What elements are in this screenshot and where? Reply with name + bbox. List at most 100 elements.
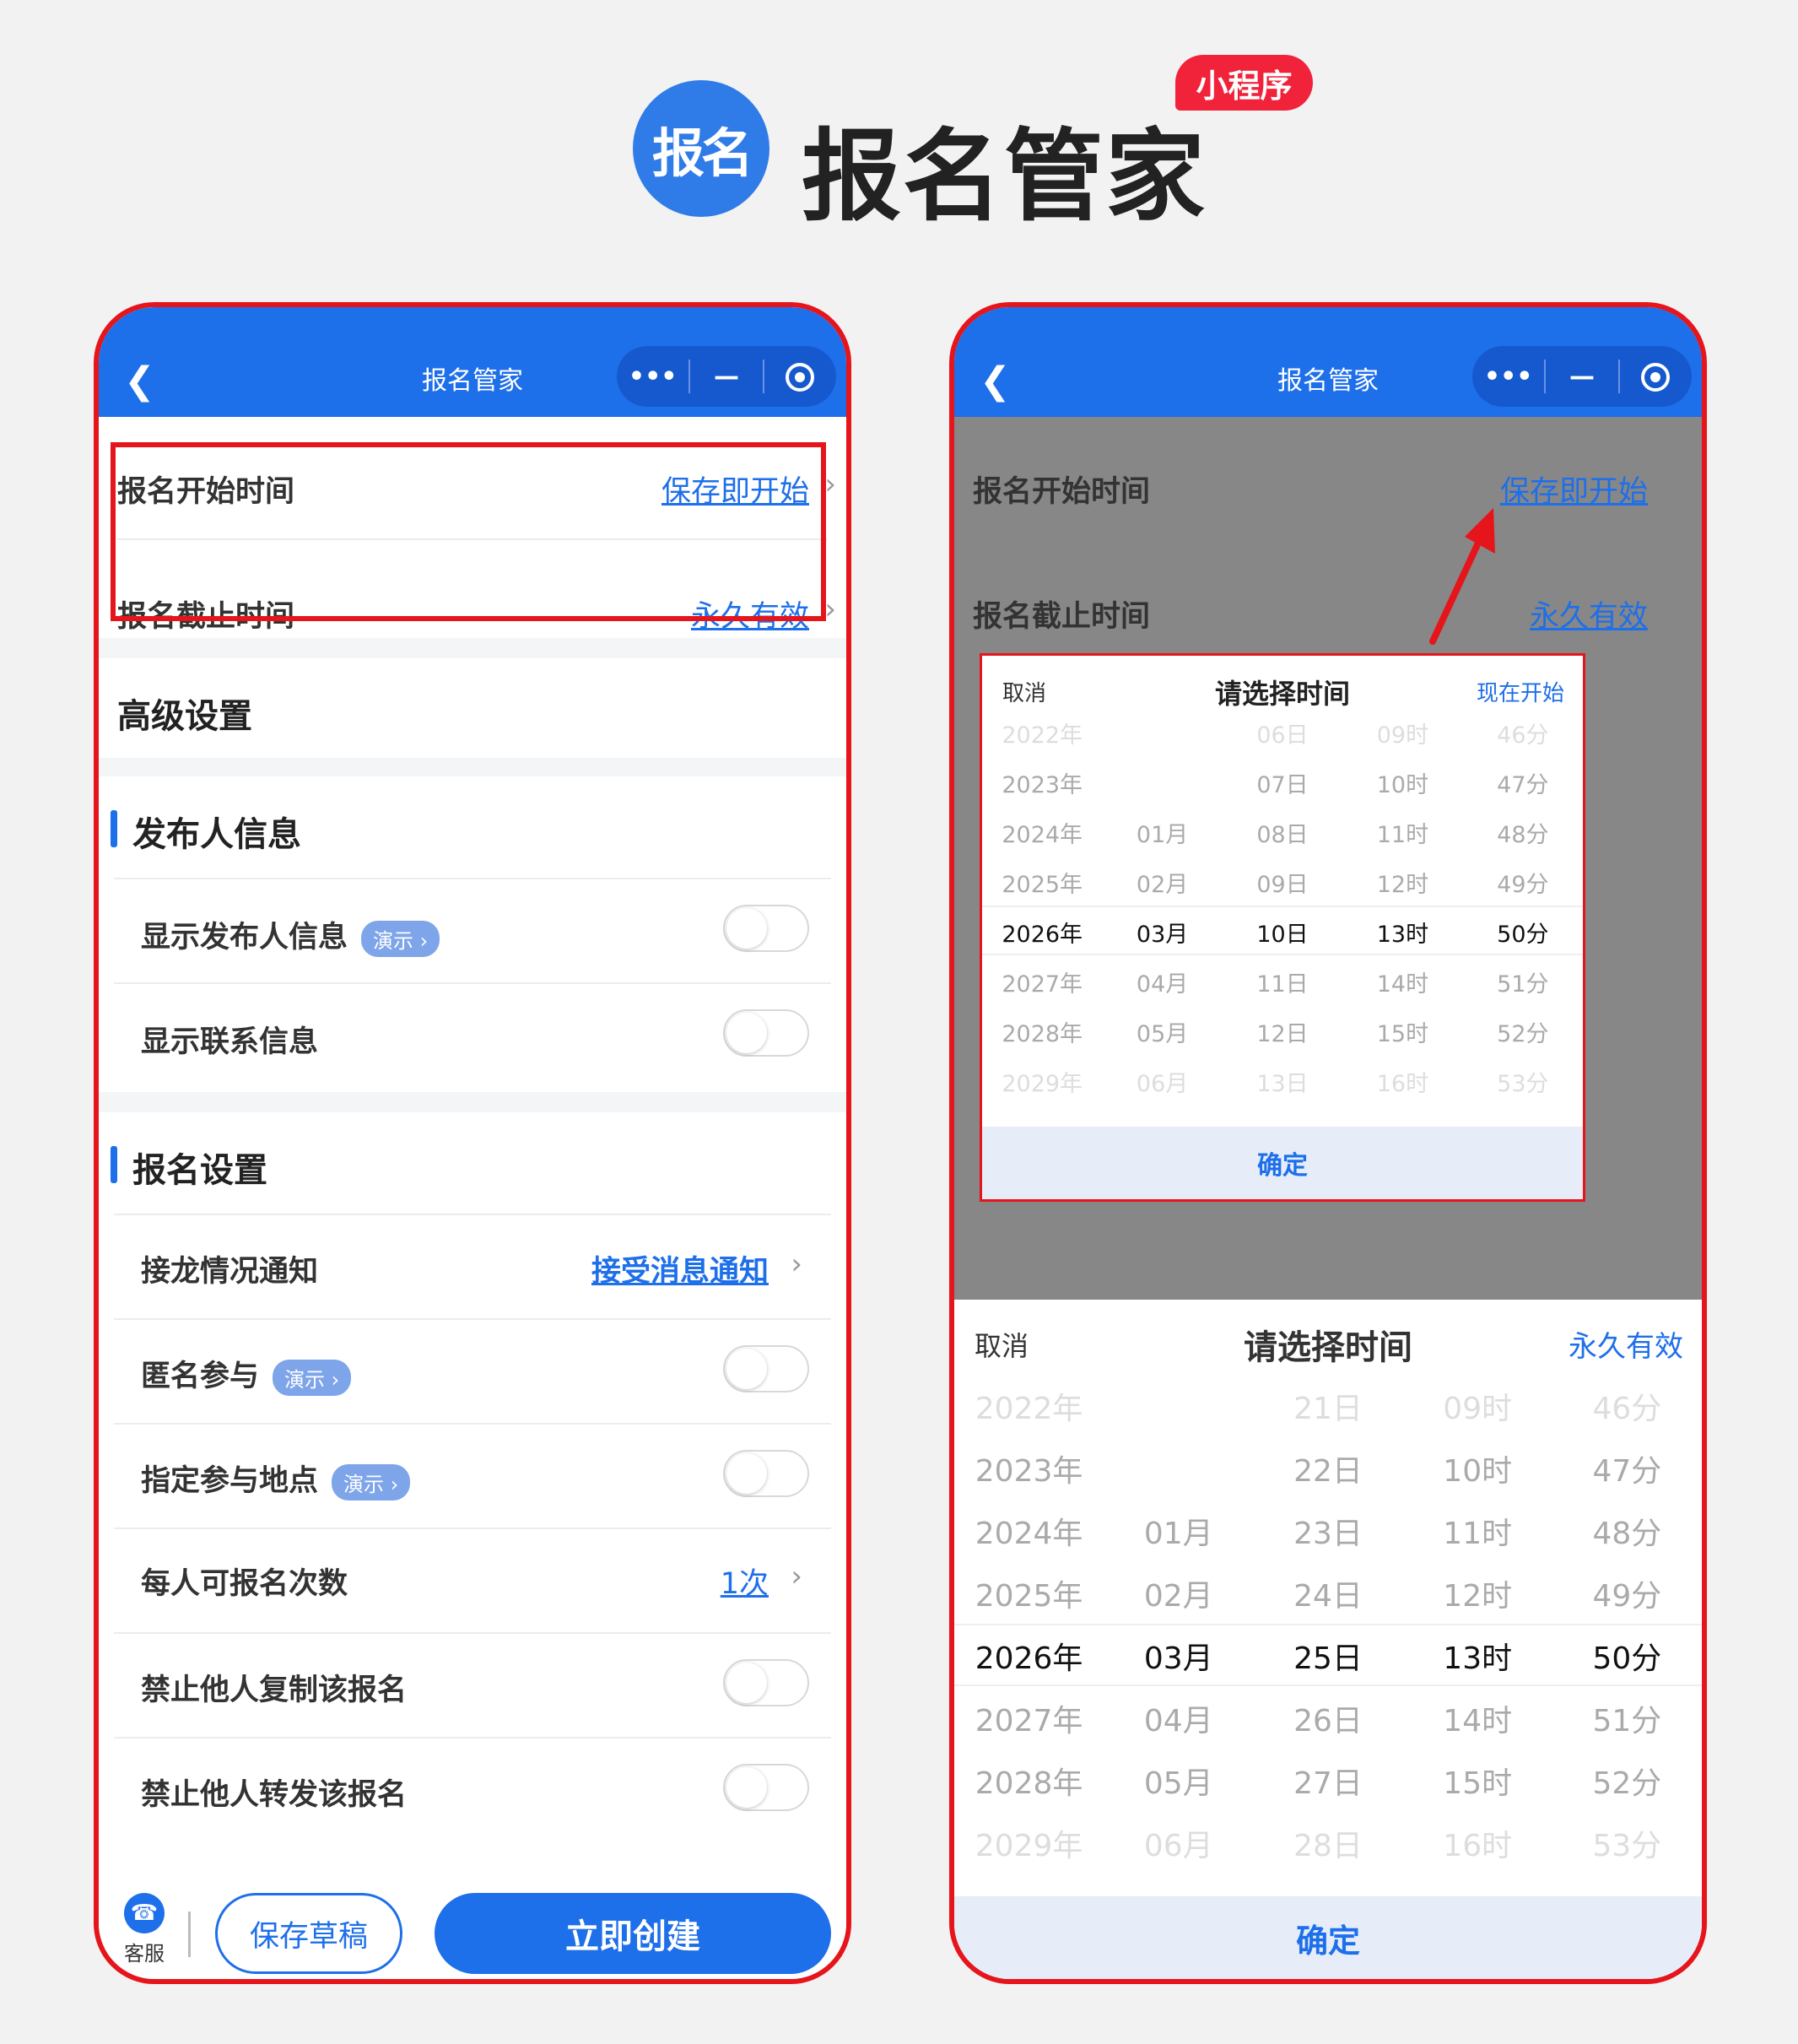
wheel-cell: 2027年 — [975, 1704, 1083, 1738]
wheel-cell: 2025年 — [1002, 872, 1083, 898]
wheel-cell: 11时 — [1376, 822, 1429, 848]
wheel-cell: 05月 — [1136, 1021, 1189, 1047]
brand-header: 报名 报名管家 小程序 — [633, 55, 1325, 235]
notify-value[interactable]: 接受消息通知 — [591, 1247, 769, 1290]
picker-wheel[interactable]: 2022年 06日 09时 46分 2023年 07日 10时 47分 2024年 01月 08日 1… — [982, 716, 1583, 1132]
wheel-cell: 06月 — [1136, 1071, 1189, 1097]
no-copy-toggle[interactable] — [723, 1659, 809, 1706]
end-time-label: 报名截止时间 — [973, 600, 1151, 634]
wheel-cell: 11日 — [1256, 971, 1309, 998]
end-time-value: 永久有效 — [1529, 600, 1648, 634]
show-contact-toggle[interactable] — [723, 1009, 809, 1057]
wheel-row[interactable]: 2022年 21日 09时 46分 — [954, 1384, 1702, 1428]
anonymous-toggle[interactable] — [723, 1345, 809, 1392]
minimize-icon[interactable]: — — [1546, 362, 1617, 392]
divider — [114, 1423, 831, 1425]
divider — [114, 1737, 831, 1738]
wheel-row[interactable]: 2029年 06月 13日 16时 53分 — [982, 1065, 1583, 1098]
phone-left: ❮ 报名管家 ••• — 报名开始时间 保存即开始 › 报名截止时间 永久有效 … — [94, 302, 851, 1984]
highlight-box — [111, 442, 826, 621]
wheel-cell: 04月 — [1136, 971, 1189, 998]
wheel-row[interactable]: 2027年 04月 11日 14时 51分 — [982, 965, 1583, 998]
wheel-cell: 26日 — [1293, 1704, 1363, 1738]
minimize-icon[interactable]: — — [690, 362, 762, 392]
notify-label: 接龙情况通知 — [141, 1255, 319, 1289]
wheel-cell: 2029年 — [1002, 1071, 1083, 1097]
wheel-cell: 2028年 — [975, 1766, 1083, 1801]
forever-valid-button[interactable]: 永久有效 — [1569, 1323, 1683, 1365]
wheel-cell: 53分 — [1592, 1829, 1662, 1863]
close-target-icon[interactable] — [1620, 361, 1692, 392]
wheel-cell: 46分 — [1497, 722, 1549, 749]
customer-service[interactable]: ☎ 客服 — [119, 1893, 170, 1966]
picker-confirm-button[interactable]: 确定 — [982, 1127, 1583, 1199]
wheel-cell: 2024年 — [975, 1517, 1083, 1551]
close-target-icon[interactable] — [764, 361, 836, 392]
create-now-button[interactable]: 立即创建 — [435, 1893, 831, 1974]
wheel-row[interactable]: 2028年 05月 27日 15时 52分 — [954, 1759, 1702, 1803]
start-now-button[interactable]: 现在开始 — [1477, 676, 1564, 707]
wheel-cell: 53分 — [1497, 1071, 1549, 1097]
wheel-cell: 2022年 — [975, 1392, 1083, 1426]
wheel-cell: 08日 — [1256, 822, 1309, 848]
wheel-cell: 2025年 — [975, 1579, 1083, 1614]
sheet-wheel[interactable]: 2022年 21日 09时 46分 2023年 22日 10时 47分 2024年 01月 23日 1… — [954, 1377, 1702, 1895]
location-toggle[interactable] — [723, 1450, 809, 1497]
advanced-card: 高级设置 — [99, 658, 846, 758]
mini-program-tag: 小程序 — [1175, 55, 1313, 111]
wheel-cell: 13日 — [1256, 1071, 1309, 1097]
demo-pill[interactable]: 演示 › — [332, 1463, 411, 1501]
wheel-cell: 2029年 — [975, 1829, 1083, 1863]
time-card: 报名开始时间 保存即开始 › 报名截止时间 永久有效 › — [99, 417, 846, 638]
sheet-confirm-button[interactable]: 确定 — [954, 1896, 1702, 1979]
wheel-cell: 01月 — [1136, 822, 1189, 848]
times-value[interactable]: 1次 — [721, 1560, 769, 1603]
demo-pill[interactable]: 演示 › — [273, 1359, 352, 1396]
wheel-cell: 12日 — [1256, 1021, 1309, 1047]
save-draft-button[interactable]: 保存草稿 — [215, 1893, 402, 1974]
wheel-row[interactable]: 2025年 02月 24日 12时 49分 — [954, 1571, 1702, 1615]
section-accent — [111, 1146, 117, 1183]
headset-icon: ☎ — [124, 1893, 165, 1933]
show-publisher-text: 显示发布人信息 — [141, 921, 348, 954]
wheel-cell: 27日 — [1293, 1766, 1363, 1801]
wheel-cell — [1102, 766, 1222, 799]
wheel-cell: 2023年 — [1002, 772, 1083, 798]
wheel-cell: 09日 — [1256, 872, 1309, 898]
wheel-row[interactable]: 2023年 07日 10时 47分 — [982, 766, 1583, 799]
divider — [114, 1214, 831, 1215]
wheel-row[interactable]: 2025年 02月 09日 12时 49分 — [982, 866, 1583, 899]
form-content: 报名开始时间 保存即开始 › 报名截止时间 永久有效 › 高级设置 发布人信息 … — [99, 417, 846, 1979]
app-logo: 报名 — [633, 80, 769, 217]
wheel-cell: 06日 — [1256, 722, 1309, 749]
wheel-row[interactable]: 2024年 01月 08日 11时 48分 — [982, 816, 1583, 849]
wheel-cell: 07日 — [1256, 772, 1309, 798]
publisher-card: 发布人信息 显示发布人信息 演示 › 显示联系信息 — [99, 776, 846, 1092]
location-label: 指定参与地点 演示 › — [141, 1457, 411, 1501]
wheel-cell: 2028年 — [1002, 1021, 1083, 1047]
capsule-menu: ••• — — [617, 346, 836, 407]
wheel-cell: 15时 — [1376, 1021, 1429, 1047]
more-icon[interactable]: ••• — [617, 362, 688, 392]
demo-pill[interactable]: 演示 › — [361, 920, 440, 957]
wheel-cell: 52分 — [1592, 1766, 1662, 1801]
navbar: ❮ 报名管家 ••• — — [954, 307, 1702, 417]
wheel-selection-band — [982, 906, 1583, 955]
divider — [188, 1912, 191, 1957]
wheel-row[interactable]: 2028年 05月 12日 15时 52分 — [982, 1015, 1583, 1048]
location-text: 指定参与地点 — [141, 1464, 319, 1498]
wheel-row[interactable]: 2027年 04月 26日 14时 51分 — [954, 1696, 1702, 1740]
wheel-cell: 12时 — [1443, 1579, 1513, 1614]
wheel-cell: 02月 — [1136, 872, 1189, 898]
wheel-row[interactable]: 2022年 06日 09时 46分 — [982, 716, 1583, 749]
wheel-row[interactable]: 2029年 06月 28日 16时 53分 — [954, 1821, 1702, 1865]
show-publisher-toggle[interactable] — [723, 905, 809, 952]
wheel-row[interactable]: 2023年 22日 10时 47分 — [954, 1446, 1702, 1490]
no-forward-toggle[interactable] — [723, 1764, 809, 1811]
wheel-row[interactable]: 2024年 01月 23日 11时 48分 — [954, 1509, 1702, 1553]
chevron-right-icon: › — [824, 468, 836, 501]
more-icon[interactable]: ••• — [1472, 362, 1544, 392]
anonymous-text: 匿名参与 — [141, 1360, 260, 1393]
capsule-menu: ••• — — [1472, 346, 1692, 407]
signup-title: 报名设置 — [132, 1151, 267, 1190]
